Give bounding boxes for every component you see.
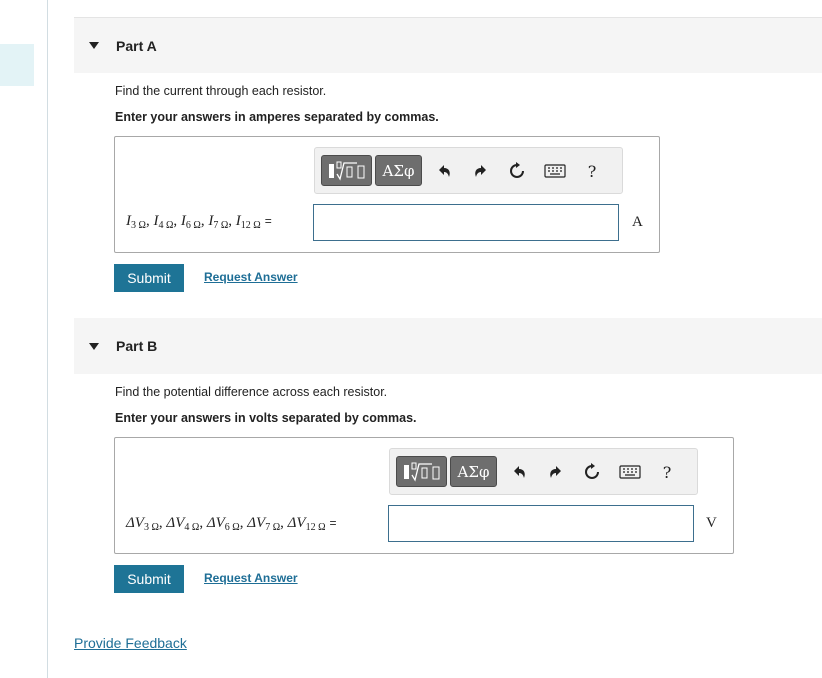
formula-term: I3 Ω, — [126, 213, 154, 231]
formula-equals: = — [264, 214, 272, 228]
part-b-question: Find the potential difference across eac… — [115, 385, 388, 399]
templates-icon — [403, 462, 439, 482]
greek-symbols-button[interactable]: ΑΣφ — [375, 155, 422, 186]
formula-term: ΔV4 Ω, — [166, 515, 207, 533]
math-toolbar: ΑΣφ ? — [314, 147, 623, 194]
collapse-caret-icon[interactable] — [89, 42, 99, 49]
part-b-instruction: Enter your answers in volts separated by… — [115, 411, 417, 425]
formula-term: I4 Ω, — [153, 213, 181, 231]
part-b-request-answer-link[interactable]: Request Answer — [204, 571, 298, 585]
redo-icon[interactable] — [471, 160, 491, 182]
undo-icon[interactable] — [509, 461, 529, 483]
part-a-header[interactable]: Part A — [74, 17, 822, 73]
math-toolbar: ΑΣφ ? — [389, 448, 698, 495]
templates-icon — [328, 161, 364, 181]
formula-term: I12 Ω — [235, 213, 261, 231]
part-b-formula-label: ΔV3 Ω, ΔV4 Ω, ΔV6 Ω, ΔV7 Ω, ΔV12 Ω = — [126, 515, 337, 533]
part-a-question: Find the current through each resistor. — [115, 84, 327, 98]
part-a-submit-button[interactable]: Submit — [114, 264, 184, 292]
keyboard-icon[interactable] — [618, 461, 642, 483]
part-b-title: Part B — [116, 338, 158, 354]
undo-icon[interactable] — [434, 160, 454, 182]
help-icon[interactable]: ? — [582, 160, 602, 182]
formula-term: I6 Ω, — [180, 213, 209, 231]
part-a-instruction: Enter your answers in amperes separated … — [115, 110, 439, 124]
formula-equals: = — [329, 516, 337, 530]
part-a-formula-label: I3 Ω, I4 Ω, I6 Ω, I7 Ω, I12 Ω = — [126, 213, 272, 231]
reset-icon[interactable] — [507, 160, 527, 182]
provide-feedback-link[interactable]: Provide Feedback — [74, 635, 187, 651]
left-divider — [47, 0, 48, 678]
keyboard-icon[interactable] — [543, 160, 567, 182]
collapse-caret-icon[interactable] — [89, 342, 99, 350]
formula-term: ΔV7 Ω, — [247, 515, 288, 533]
part-a-unit: A — [632, 214, 643, 230]
reset-icon[interactable] — [582, 461, 602, 483]
part-b-answer-input[interactable] — [388, 505, 694, 542]
greek-symbols-button[interactable]: ΑΣφ — [450, 456, 497, 487]
help-icon[interactable]: ? — [657, 461, 677, 483]
part-b-header[interactable]: Part B — [74, 318, 822, 374]
templates-button[interactable] — [396, 456, 447, 487]
part-b-submit-button[interactable]: Submit — [114, 565, 184, 593]
part-a-request-answer-link[interactable]: Request Answer — [204, 270, 298, 284]
redo-icon[interactable] — [546, 461, 566, 483]
formula-term: ΔV3 Ω, — [126, 515, 167, 533]
part-b-answer-box: ΑΣφ ? ΔV3 Ω, ΔV4 Ω, ΔV6 Ω, ΔV7 Ω, ΔV12 Ω… — [114, 437, 734, 554]
part-a-answer-input[interactable] — [313, 204, 619, 241]
formula-term: I7 Ω, — [208, 213, 236, 231]
formula-term: ΔV6 Ω, — [206, 515, 248, 533]
formula-term: ΔV12 Ω — [287, 515, 326, 533]
left-panel-tab[interactable] — [0, 44, 34, 86]
part-b-unit: V — [706, 515, 717, 531]
part-a-title: Part A — [116, 37, 157, 54]
part-a-answer-box: ΑΣφ ? I3 Ω, I4 Ω, I6 Ω, I7 Ω, I12 Ω = A — [114, 136, 660, 253]
templates-button[interactable] — [321, 155, 372, 186]
